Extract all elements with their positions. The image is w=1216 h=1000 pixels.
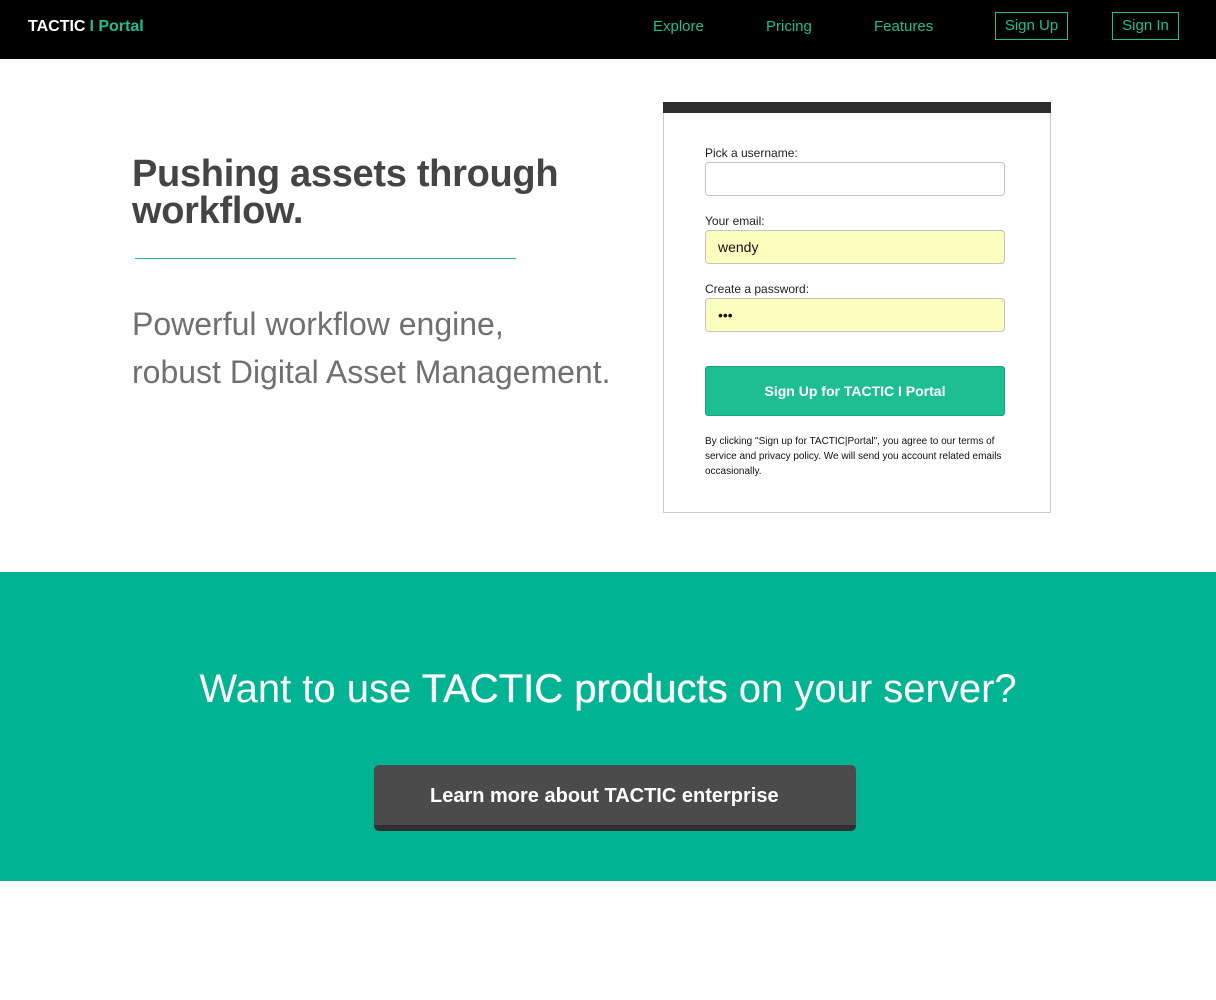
username-label: Pick a username: [705,146,798,160]
brand-logo[interactable]: TACTIC I Portal [28,17,144,37]
enterprise-band: Want to use TACTIC products on your serv… [0,572,1216,881]
hero-headline-line2: workflow. [132,190,304,232]
sign-up-button[interactable]: Sign Up [995,12,1068,40]
username-input[interactable] [705,162,1005,196]
enterprise-heading-strong: TACTIC products [421,667,728,711]
signup-submit-button[interactable]: Sign Up for TACTIC I Portal [705,366,1005,416]
top-navigation-bar: TACTIC I Portal Explore Pricing Features … [0,0,1216,59]
hero-tagline-line1: Powerful workflow engine, [132,306,504,342]
nav-explore-link[interactable]: Explore [653,17,704,37]
enterprise-heading-part1: Want to use [199,667,422,711]
hero-divider [135,258,516,259]
hero-tagline: Powerful workflow engine, robust Digital… [132,300,632,396]
sign-in-button[interactable]: Sign In [1112,12,1179,40]
email-input[interactable]: wendy [705,230,1005,264]
nav-pricing-link[interactable]: Pricing [766,17,812,37]
password-input[interactable]: ••• [705,298,1005,332]
enterprise-heading-part2: on your server? [727,667,1017,711]
signup-card: Pick a username: Your email: wendy Creat… [663,102,1051,513]
hero-headline: Pushing assets through workflow. [132,153,602,232]
brand-name: TACTIC [28,18,86,35]
hero-headline-line1: Pushing assets through [132,153,559,195]
password-label: Create a password: [705,282,810,296]
nav-features-link[interactable]: Features [874,17,933,37]
email-label: Your email: [705,214,765,228]
signup-card-header-bar [663,102,1051,113]
enterprise-heading: Want to use TACTIC products on your serv… [0,666,1216,712]
signup-legal-notice: By clicking "Sign up for TACTIC|Portal",… [705,436,1002,477]
hero-tagline-line2: robust Digital Asset Management. [132,354,611,390]
brand-portal: I Portal [89,18,144,35]
learn-enterprise-button[interactable]: Learn more about TACTIC enterprise [374,765,856,831]
